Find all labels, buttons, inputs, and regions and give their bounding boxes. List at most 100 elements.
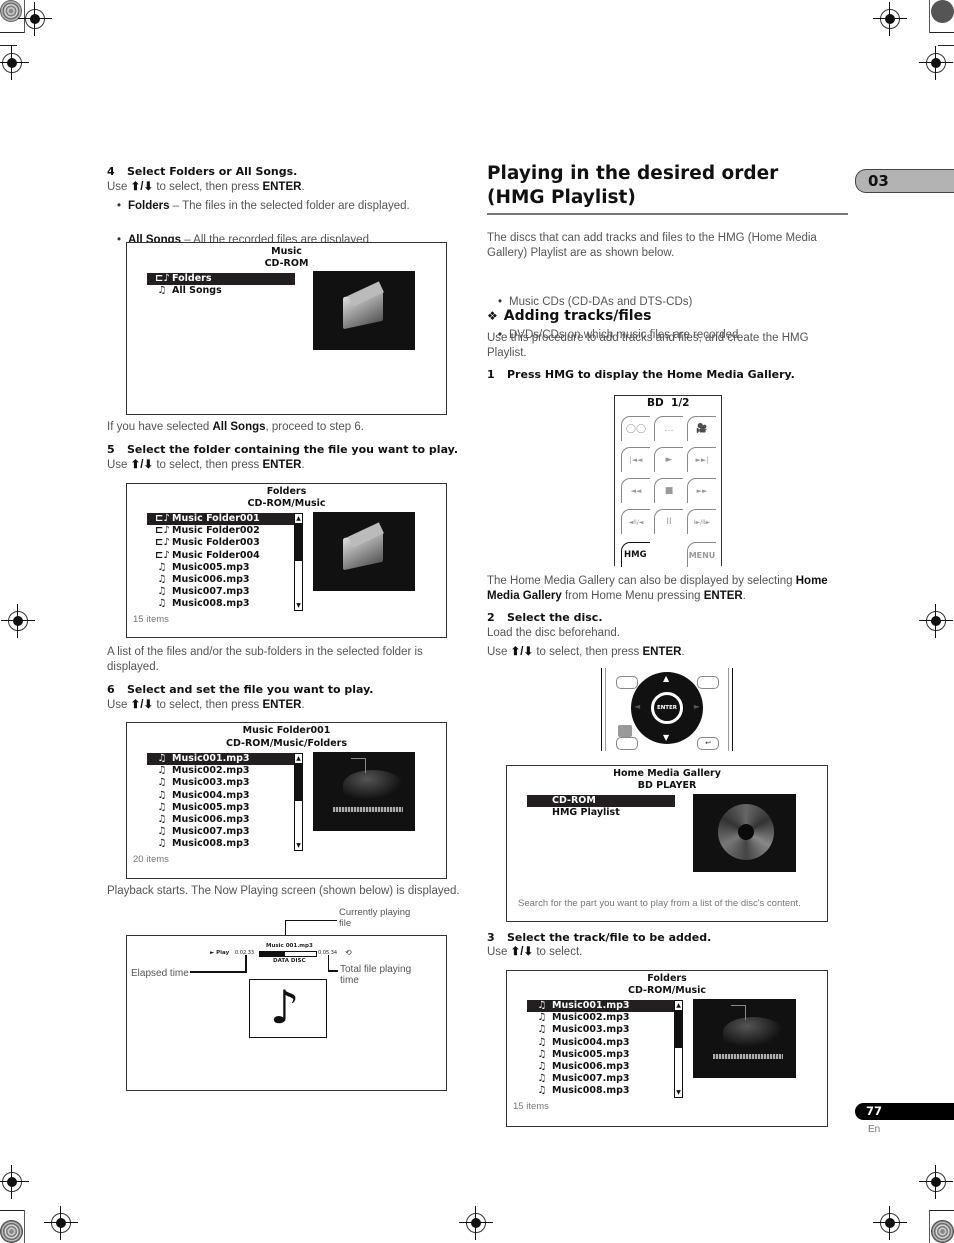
menu-item-all-songs[interactable]: ♫ All Songs <box>147 285 295 297</box>
album-art-box: ♪ <box>249 979 327 1038</box>
list-item[interactable]: ♫ Music005.mp3 <box>527 1049 675 1061</box>
print-trim-line <box>0 32 25 33</box>
remote-button[interactable] <box>616 676 638 689</box>
scroll-thumb[interactable] <box>295 523 302 561</box>
registration-mark <box>1 604 35 638</box>
step-forward-button[interactable]: I►/II► <box>687 509 716 534</box>
menu-item-folders[interactable]: ⊏♪ Folders <box>147 273 295 286</box>
next-button[interactable]: ►►| <box>687 447 716 472</box>
scrollbar[interactable]: ▲ ▼ <box>294 513 303 611</box>
page-number: 77 <box>866 1104 883 1118</box>
screen-subtitle: BD PLAYER <box>637 780 697 791</box>
print-trim-line <box>24 1210 25 1243</box>
list-item[interactable]: ♫ Music001.mp3 <box>527 1000 675 1013</box>
music-note-icon: ♫ <box>157 813 167 825</box>
print-corner-mark-tr <box>931 0 954 23</box>
dpad[interactable]: ▲ ▼ ◄ ► ENTER <box>631 672 703 744</box>
remote-button[interactable] <box>616 737 638 750</box>
folders-track-screen: Folders CD-ROM/Music ♫ Music001.mp3 ♫ Musi… <box>506 970 828 1127</box>
enter-button[interactable]: ENTER <box>651 692 683 724</box>
return-button[interactable]: ↩ <box>697 737 719 750</box>
list-item[interactable]: ⊏♪ Music Folder001 <box>147 513 295 526</box>
scroll-thumb[interactable] <box>675 1010 682 1048</box>
previous-button[interactable]: |◄◄ <box>621 447 650 472</box>
scroll-up-icon[interactable]: ▲ <box>295 754 302 763</box>
music-note-icon: ♫ <box>157 765 167 777</box>
scroll-thumb[interactable] <box>295 763 302 801</box>
folder-music-icon: ⊏♪ <box>155 525 170 537</box>
step-3-instruction: Use ⬆/⬇ to select. <box>487 946 583 958</box>
callout-currently-playing-file: Currently playing file <box>339 907 411 929</box>
music-note-icon: ♫ <box>157 777 167 789</box>
music-note-icon: ♫ <box>157 598 167 610</box>
fast-forward-button[interactable]: ►► <box>687 478 716 503</box>
subtitle-button[interactable]: … <box>654 416 683 441</box>
menu-item-cd-rom[interactable]: CD-ROM <box>527 795 675 808</box>
remote-button[interactable] <box>618 725 632 737</box>
remote-button[interactable] <box>697 676 719 689</box>
music-note-icon: ♫ <box>537 1000 547 1011</box>
scroll-up-icon[interactable]: ▲ <box>295 514 302 523</box>
stop-button[interactable]: ■ <box>654 478 683 503</box>
callout-line <box>285 920 337 921</box>
callout-elapsed-time: Elapsed time <box>131 968 189 979</box>
list-item[interactable]: ♫ Music006.mp3 <box>147 574 295 586</box>
repeat-icon: ⟲ <box>345 948 352 957</box>
scroll-down-icon[interactable]: ▼ <box>675 1088 682 1097</box>
menu-item-hmg-playlist[interactable]: HMG Playlist <box>527 807 675 819</box>
list-item[interactable]: ♫ Music001.mp3 <box>147 753 295 766</box>
list-item[interactable]: ♫ Music002.mp3 <box>147 765 295 777</box>
list-item[interactable]: ⊏♪ Music Folder002 <box>147 525 295 537</box>
music-note-icon: ♫ <box>157 586 167 598</box>
arrow-up-icon[interactable]: ▲ <box>663 674 669 683</box>
list-item[interactable]: ♫ Music005.mp3 <box>147 802 295 814</box>
list-item[interactable]: ♫ Music008.mp3 <box>147 598 295 610</box>
folder-thumbnail <box>313 512 415 591</box>
music-note-icon: ♫ <box>537 1036 547 1048</box>
list-item[interactable]: ♫ Music007.mp3 <box>147 586 295 598</box>
scrollbar[interactable]: ▲ ▼ <box>294 753 303 851</box>
list-item[interactable]: ♫ Music008.mp3 <box>527 1085 675 1097</box>
list-item[interactable]: ♫ Music003.mp3 <box>527 1024 675 1036</box>
list-item[interactable]: ♫ Music005.mp3 <box>147 562 295 574</box>
rewind-button[interactable]: ◄◄ <box>621 478 650 503</box>
screen-title: Folders <box>266 486 307 497</box>
list-item[interactable]: ♫ Music007.mp3 <box>147 826 295 838</box>
arrow-left-icon[interactable]: ◄ <box>634 702 640 711</box>
screen-title: Music <box>271 246 302 257</box>
registration-mark <box>18 2 52 36</box>
list-item[interactable]: ♫ Music004.mp3 <box>147 790 295 802</box>
registration-mark <box>0 1165 29 1199</box>
home-media-gallery-screen: Home Media Gallery BD PLAYER CD-ROM HMG … <box>506 765 828 922</box>
scroll-down-icon[interactable]: ▼ <box>295 841 302 850</box>
menu-button[interactable]: MENU <box>687 542 716 567</box>
step-5-instruction: Use ⬆/⬇ to select, then press ENTER. <box>107 459 305 471</box>
list-item[interactable]: ♫ Music006.mp3 <box>527 1061 675 1073</box>
music-note-icon: ♫ <box>157 753 167 764</box>
angle-button[interactable]: 🎥 <box>687 416 716 441</box>
list-item[interactable]: ♫ Music002.mp3 <box>527 1012 675 1024</box>
hmg-button[interactable]: HMG <box>621 542 650 567</box>
audio-button[interactable]: ◯◯ <box>621 416 650 441</box>
list-item[interactable]: ♫ Music007.mp3 <box>527 1073 675 1085</box>
arrow-right-icon[interactable]: ► <box>694 702 700 711</box>
scrollbar[interactable]: ▲ ▼ <box>674 1000 683 1098</box>
list-item[interactable]: ♫ Music004.mp3 <box>527 1037 675 1049</box>
up-down-arrow-icon: ⬆/⬇ <box>510 946 534 958</box>
progress-bar <box>259 951 317 957</box>
list-item[interactable]: ♫ Music008.mp3 <box>147 838 295 850</box>
music-note-icon: ♫ <box>537 1048 547 1060</box>
list-item[interactable]: ♫ Music003.mp3 <box>147 777 295 789</box>
play-button[interactable]: ► <box>654 447 683 472</box>
list-item[interactable]: ⊏♪ Music Folder004 <box>147 550 295 562</box>
music-note-icon: ♫ <box>537 1085 547 1097</box>
pause-button[interactable]: II <box>654 509 683 534</box>
scroll-down-icon[interactable]: ▼ <box>295 601 302 610</box>
step-back-button[interactable]: ◄II/◄ <box>621 509 650 534</box>
music-note-icon: ♫ <box>157 801 167 813</box>
scroll-up-icon[interactable]: ▲ <box>675 1001 682 1010</box>
list-item[interactable]: ♫ Music006.mp3 <box>147 814 295 826</box>
arrow-down-icon[interactable]: ▼ <box>663 733 669 742</box>
list-item[interactable]: ⊏♪ Music Folder003 <box>147 537 295 549</box>
item-count: 15 items <box>513 1101 549 1112</box>
